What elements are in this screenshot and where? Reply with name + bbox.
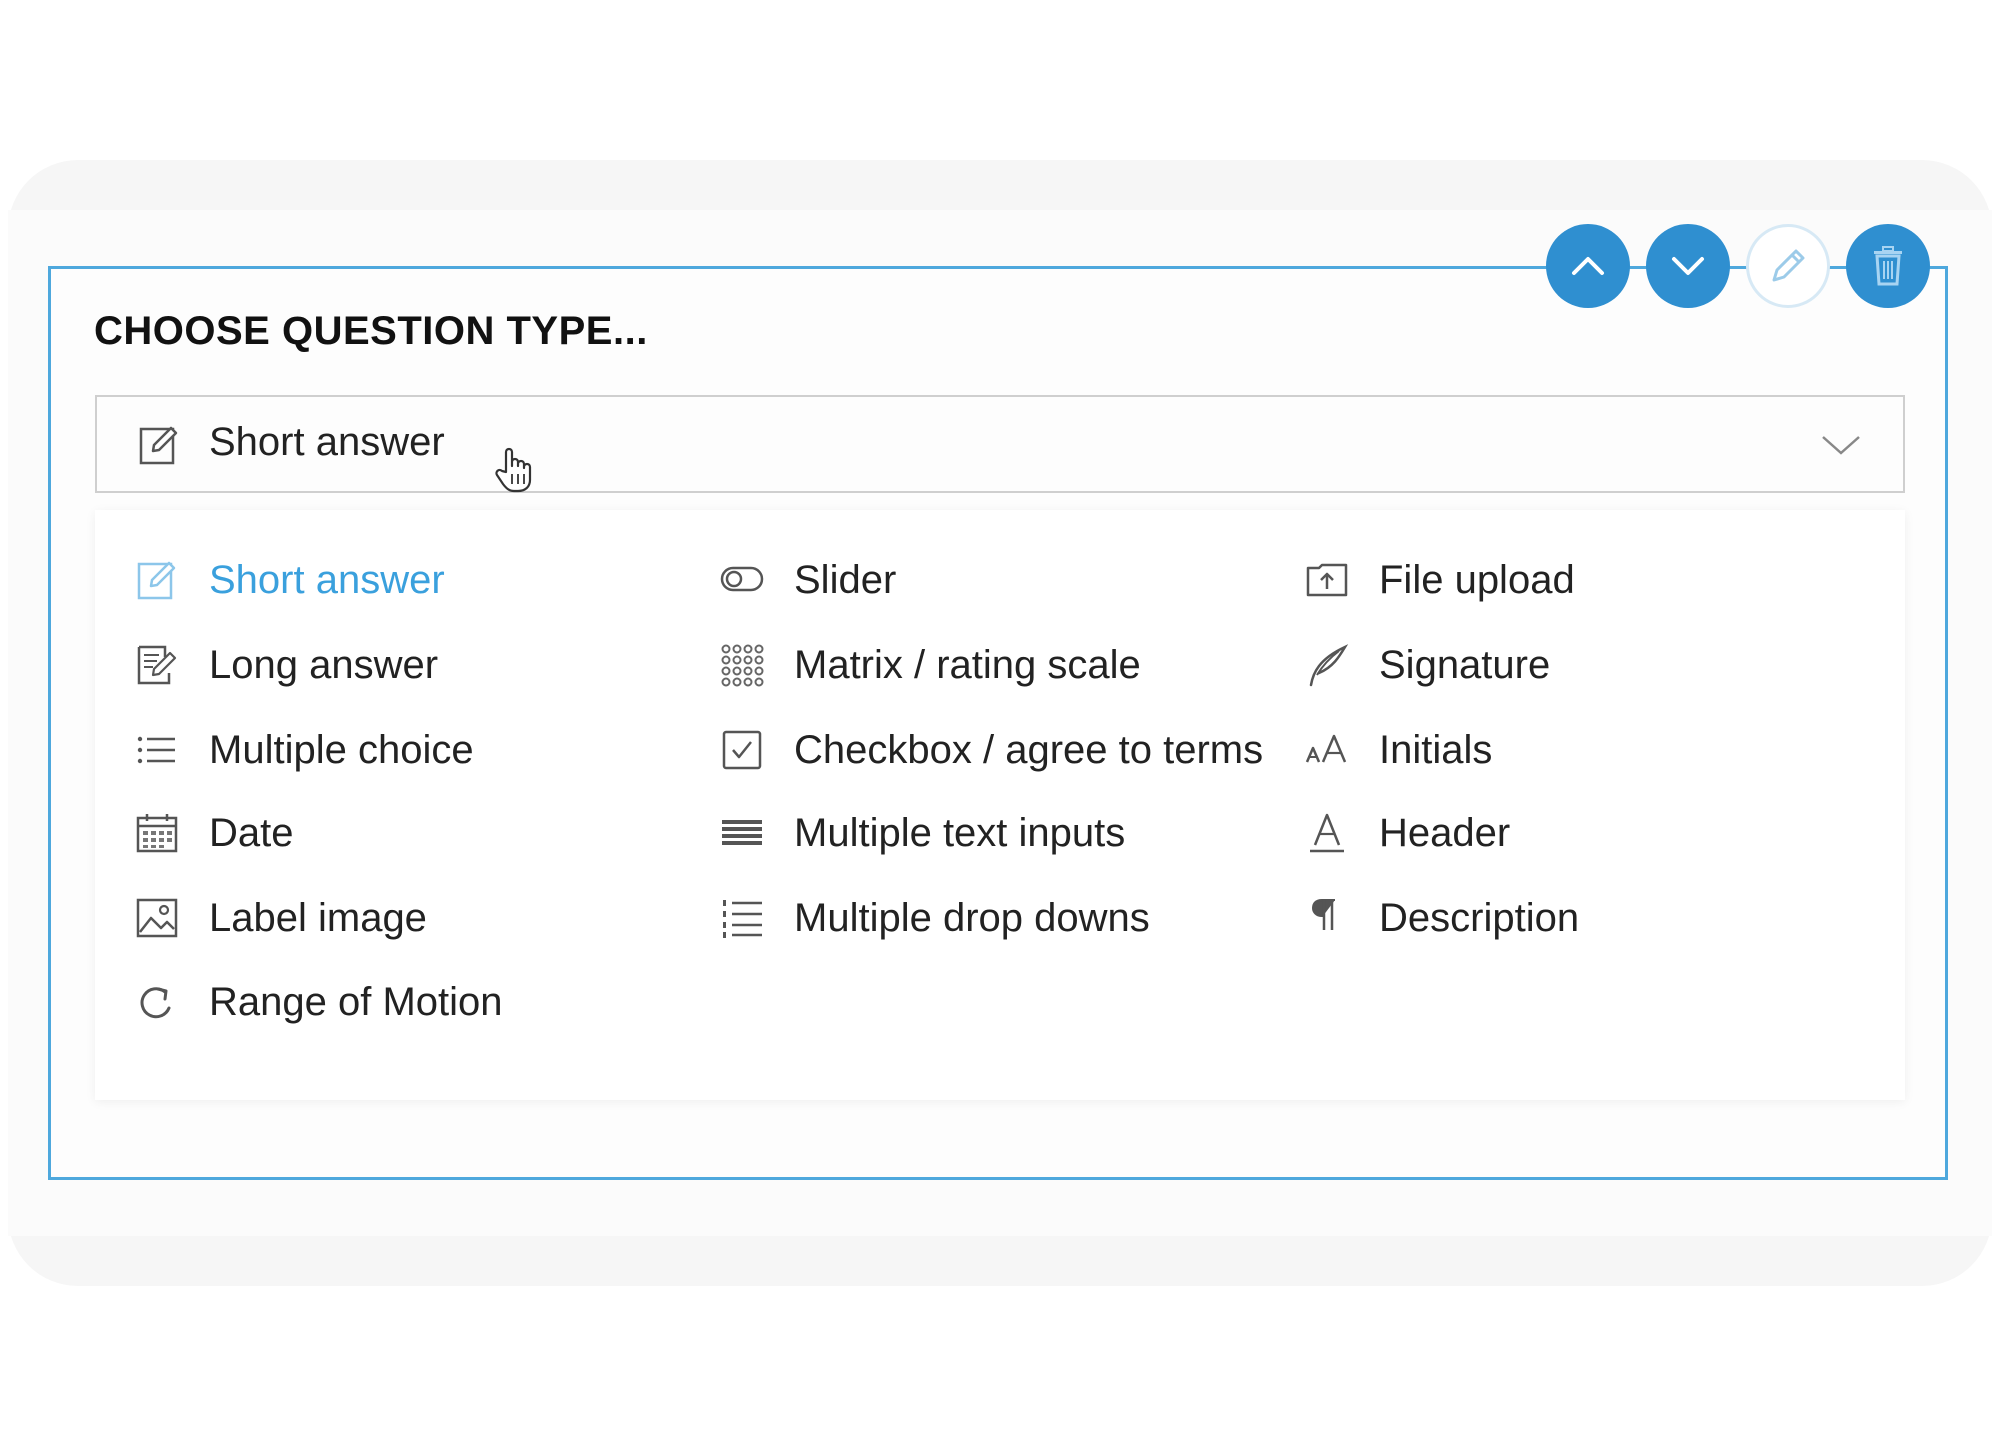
page-title: CHOOSE QUESTION TYPE... [94, 309, 648, 353]
move-down-icon [1672, 257, 1704, 275]
option-initials[interactable]: Initials [1305, 720, 1492, 780]
option-label: Signature [1379, 642, 1551, 687]
option-label: Multiple choice [209, 727, 474, 772]
option-short-answer[interactable]: Short answer [135, 550, 445, 610]
trash-icon [1874, 246, 1902, 286]
edit-square-icon [139, 426, 178, 465]
rotate-icon [140, 987, 171, 1019]
grid-dots-icon [721, 644, 764, 687]
option-file-upload[interactable]: File upload [1305, 550, 1575, 610]
option-label: Long answer [209, 642, 439, 687]
option-label: Short answer [209, 557, 445, 602]
option-matrix-rating-scale[interactable]: Matrix / rating scale [720, 635, 1141, 695]
checkbox-icon [722, 730, 762, 770]
option-label: Initials [1379, 727, 1493, 772]
option-label: Description [1379, 895, 1580, 940]
option-label: Date [209, 810, 294, 855]
numbered-list-icon [723, 900, 762, 938]
lines-icon [722, 820, 762, 845]
move-up-icon [1572, 257, 1604, 275]
document-edit-icon [137, 645, 177, 685]
option-long-answer[interactable]: Long answer [135, 635, 438, 695]
option-slider[interactable]: Slider [720, 550, 896, 610]
option-label: Header [1379, 810, 1511, 855]
option-label: Multiple drop downs [794, 895, 1150, 940]
paragraph-icon [1311, 899, 1335, 930]
text-size-icon [1305, 734, 1347, 763]
option-multiple-text-inputs[interactable]: Multiple text inputs [720, 803, 1125, 863]
upload-icon [1306, 563, 1348, 597]
option-multiple-choice[interactable]: Multiple choice [135, 720, 474, 780]
option-description[interactable]: Description [1305, 888, 1579, 948]
feather-pen-icon [1309, 644, 1349, 687]
option-label: Checkbox / agree to terms [794, 727, 1264, 772]
option-signature[interactable]: Signature [1305, 635, 1550, 695]
option-multiple-drop-downs[interactable]: Multiple drop downs [720, 888, 1150, 948]
toggle-icon [720, 566, 764, 592]
header-a-icon [1310, 813, 1344, 853]
image-icon [136, 898, 178, 938]
question-type-select[interactable]: Short answer [95, 395, 1905, 493]
move-down-button[interactable] [1646, 224, 1730, 308]
edit-button[interactable] [1746, 224, 1830, 308]
hand-cursor-icon [495, 447, 532, 493]
list-icon [137, 736, 175, 764]
option-label: Multiple text inputs [794, 810, 1126, 855]
option-label: Slider [794, 557, 897, 602]
pencil-icon [1772, 249, 1805, 282]
option-label: Range of Motion [209, 979, 503, 1024]
option-checkbox-agree-to-terms[interactable]: Checkbox / agree to terms [720, 720, 1263, 780]
option-date[interactable]: Date [135, 803, 294, 863]
option-label-image[interactable]: Label image [135, 888, 427, 948]
chevron-down-icon [1822, 436, 1860, 455]
option-label: Label image [209, 895, 427, 940]
option-label: File upload [1379, 557, 1575, 602]
edit-square-icon [137, 561, 176, 600]
calendar-icon [136, 814, 178, 853]
delete-button[interactable] [1846, 224, 1930, 308]
selected-type-value: Short answer [209, 420, 445, 464]
move-up-button[interactable] [1546, 224, 1630, 308]
option-header[interactable]: Header [1305, 803, 1510, 863]
option-range-of-motion[interactable]: Range of Motion [135, 972, 503, 1032]
option-label: Matrix / rating scale [794, 642, 1141, 687]
